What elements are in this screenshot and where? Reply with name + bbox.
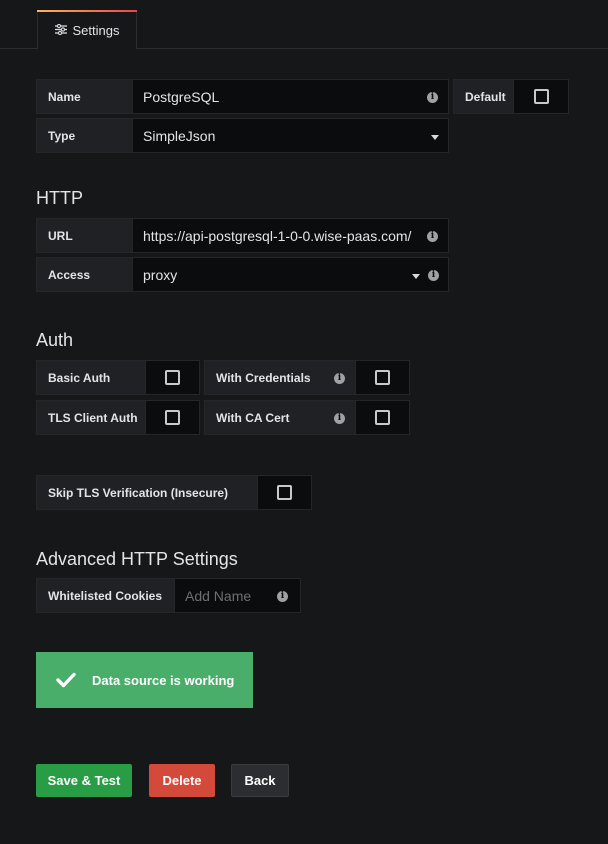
- access-label: Access: [36, 257, 132, 292]
- name-label: Name: [36, 79, 132, 114]
- info-icon[interactable]: i: [428, 270, 439, 281]
- access-select[interactable]: proxy i: [132, 257, 449, 292]
- with-ca-cert-label: With CA Cert i: [204, 400, 355, 435]
- tls-client-auth-checkbox-wrap[interactable]: [145, 400, 200, 435]
- info-icon[interactable]: i: [334, 373, 345, 384]
- tls-client-auth-checkbox[interactable]: [165, 410, 180, 425]
- default-checkbox[interactable]: [533, 89, 549, 104]
- url-input[interactable]: https://api-postgresql-1-0-0.wise-paas.c…: [132, 218, 449, 253]
- info-icon[interactable]: i: [334, 413, 345, 424]
- default-label: Default: [453, 79, 513, 114]
- skip-tls-label: Skip TLS Verification (Insecure): [36, 475, 257, 510]
- type-label: Type: [36, 118, 132, 153]
- basic-auth-checkbox[interactable]: [165, 370, 180, 385]
- auth-section-title: Auth: [36, 330, 74, 350]
- back-button[interactable]: Back: [231, 764, 289, 797]
- info-icon[interactable]: i: [427, 92, 438, 103]
- name-input[interactable]: PostgreSQL i: [132, 79, 449, 114]
- info-icon[interactable]: i: [277, 591, 288, 602]
- alert-text: Data source is working: [92, 672, 235, 688]
- with-credentials-checkbox-wrap[interactable]: [355, 360, 410, 395]
- name-value: PostgreSQL: [143, 88, 220, 105]
- type-select[interactable]: SimpleJson: [132, 118, 449, 153]
- tab-settings[interactable]: Settings: [37, 10, 137, 49]
- access-value: proxy: [143, 266, 178, 283]
- skip-tls-checkbox-wrap[interactable]: [257, 475, 312, 510]
- type-value: SimpleJson: [143, 127, 216, 144]
- whitelisted-cookies-placeholder: Add Name: [185, 587, 252, 604]
- with-ca-cert-checkbox[interactable]: [375, 410, 390, 425]
- default-checkbox-wrap[interactable]: [513, 79, 569, 114]
- whitelisted-cookies-input[interactable]: Add Name i: [174, 578, 301, 613]
- basic-auth-checkbox-wrap[interactable]: [145, 360, 200, 395]
- with-ca-cert-checkbox-wrap[interactable]: [355, 400, 410, 435]
- info-icon[interactable]: i: [427, 231, 438, 242]
- sliders-icon: [54, 23, 67, 38]
- skip-tls-checkbox[interactable]: [277, 485, 292, 500]
- check-icon: [56, 672, 76, 688]
- caret-down-icon: [412, 274, 420, 279]
- tab-label: Settings: [72, 23, 120, 38]
- with-credentials-checkbox[interactable]: [375, 370, 390, 385]
- advanced-section-title: Advanced HTTP Settings: [36, 549, 238, 569]
- status-alert: Data source is working: [36, 652, 253, 708]
- url-value: https://api-postgresql-1-0-0.wise-paas.c…: [143, 227, 412, 244]
- with-credentials-text: With Credentials: [216, 370, 311, 385]
- tls-client-auth-label: TLS Client Auth: [36, 400, 145, 435]
- url-label: URL: [36, 218, 132, 253]
- basic-auth-label: Basic Auth: [36, 360, 145, 395]
- http-section-title: HTTP: [36, 188, 83, 208]
- whitelisted-cookies-label: Whitelisted Cookies: [36, 578, 174, 613]
- caret-down-icon: [431, 135, 439, 140]
- with-credentials-label: With Credentials i: [204, 360, 355, 395]
- save-test-button[interactable]: Save & Test: [36, 764, 132, 797]
- delete-button[interactable]: Delete: [149, 764, 215, 797]
- with-ca-cert-text: With CA Cert: [216, 410, 290, 425]
